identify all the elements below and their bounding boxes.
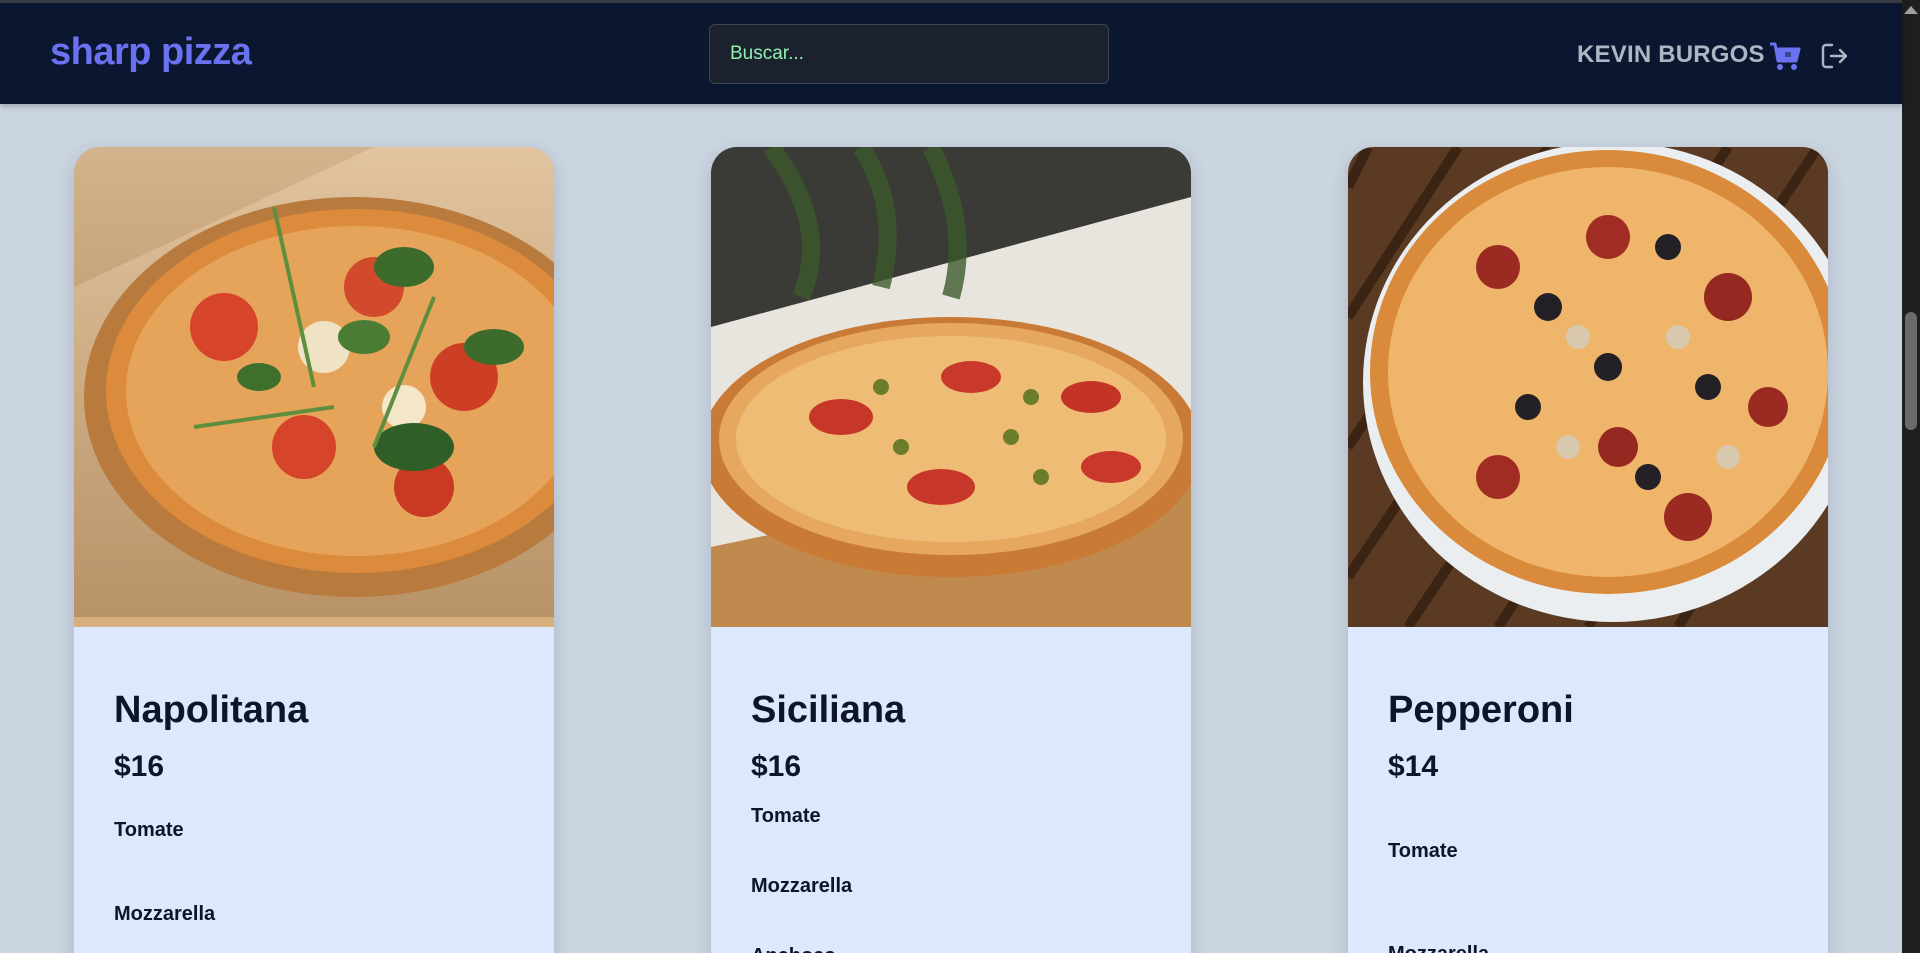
- pizza-napolitana-image: [74, 147, 554, 627]
- navbar: sharp pizza KEVIN BURGOS: [0, 3, 1902, 104]
- product-price: $16: [751, 750, 802, 783]
- scrollbar-thumb[interactable]: [1905, 312, 1917, 430]
- product-price: $14: [1388, 750, 1439, 783]
- logout-button[interactable]: [1820, 41, 1850, 71]
- ingredient-item: Anchoas: [751, 945, 835, 953]
- cart-icon: [1770, 42, 1801, 70]
- product-card[interactable]: Napolitana $16 Tomate Mozzarella: [74, 147, 554, 953]
- ingredient-item: Tomate: [114, 819, 184, 841]
- logout-icon: [1821, 43, 1848, 69]
- ingredient-item: Mozzarella: [114, 903, 216, 925]
- ingredient-item: Mozzarella: [1388, 943, 1489, 953]
- ingredient-item: Mozzarella: [751, 875, 853, 897]
- cart-button[interactable]: [1768, 39, 1802, 73]
- product-card[interactable]: Pepperoni $14 Tomate Mozzarella: [1348, 147, 1828, 953]
- product-name: Siciliana: [751, 689, 906, 731]
- scrollbar-track[interactable]: [1902, 0, 1920, 953]
- user-name: KEVIN BURGOS: [1577, 41, 1765, 68]
- scroll-up-arrow-icon[interactable]: [1904, 6, 1918, 14]
- ingredient-item: Tomate: [1388, 840, 1458, 862]
- brand-logo[interactable]: sharp pizza: [50, 31, 252, 74]
- pizza-pepperoni-image: [1348, 147, 1828, 627]
- product-price: $16: [114, 750, 165, 783]
- product-name: Napolitana: [114, 689, 309, 731]
- ingredient-item: Tomate: [751, 805, 821, 827]
- search-input[interactable]: [709, 24, 1109, 84]
- product-card[interactable]: Siciliana $16 Tomate Mozzarella Anchoas: [711, 147, 1191, 953]
- product-name: Pepperoni: [1388, 689, 1574, 731]
- pizza-siciliana-image: [711, 147, 1191, 627]
